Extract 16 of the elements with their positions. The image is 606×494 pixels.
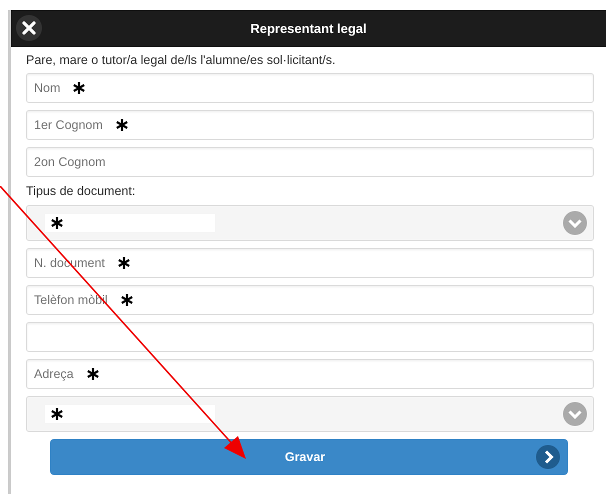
field-label: Tipus de document: [26,184,136,198]
close-button[interactable] [16,15,42,41]
input-field[interactable] [26,322,594,352]
dropdown-field[interactable] [26,205,594,241]
chevron-right-icon [536,445,560,469]
dropdown-field[interactable] [26,396,594,432]
input-field[interactable]: 2on Cognom [26,147,594,177]
chevron-down-icon [563,211,587,235]
input-field[interactable]: Nom [26,73,594,103]
input-field[interactable]: Adreça [26,359,594,389]
chevron-down-icon [563,402,587,426]
close-icon [22,21,36,35]
save-button[interactable]: Gravar [50,439,568,475]
input-field[interactable]: 1er Cognom [26,110,594,140]
dialog-title: Representant legal [250,21,367,36]
intro-text: Pare, mare o tutor/a legal de/ls l'alumne/es sol·licitant/s. [26,53,336,68]
